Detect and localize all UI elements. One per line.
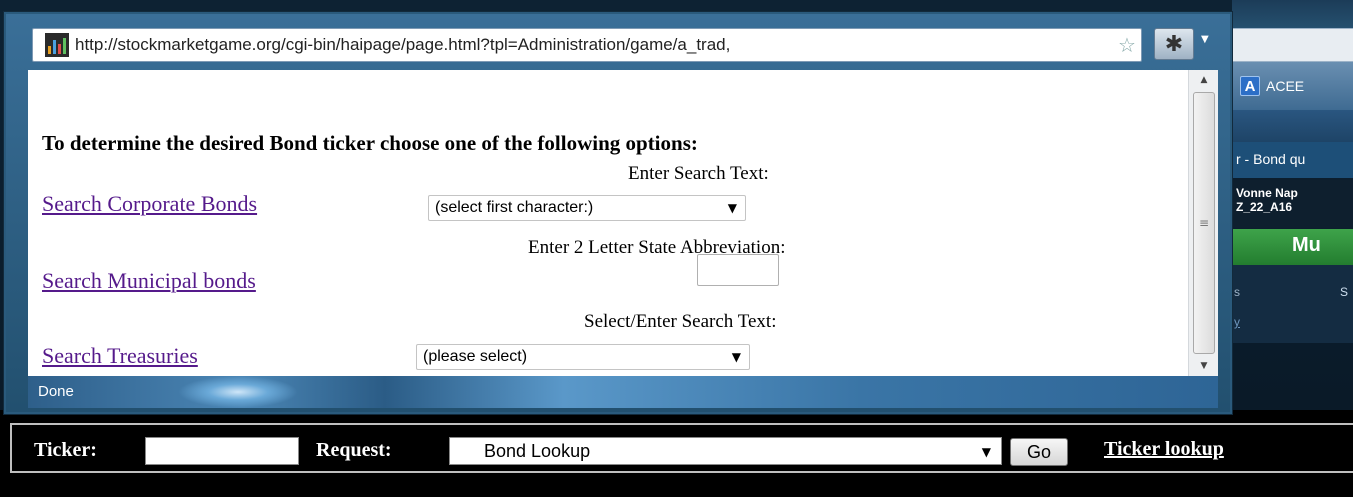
chevron-down-icon: ▼ [731, 350, 741, 364]
corporate-search-label: Enter Search Text: [628, 163, 769, 184]
background-panel: s S y [1232, 265, 1353, 343]
search-municipal-bonds-link[interactable]: Search Municipal bonds [42, 268, 256, 294]
background-tab-title[interactable]: r - Bond qu [1232, 142, 1353, 178]
url-text[interactable]: http://stockmarketgame.org/cgi-bin/haipa… [75, 35, 1113, 55]
scroll-thumb[interactable]: ≡ [1193, 92, 1215, 354]
status-bar: Done [28, 376, 1218, 408]
request-label: Request: [316, 439, 392, 461]
vertical-scrollbar[interactable]: ▲ ≡ ▼ [1188, 70, 1218, 376]
search-treasuries-link[interactable]: Search Treasuries [42, 343, 198, 369]
chevron-down-icon: ▼ [981, 445, 991, 459]
popup-address-bar[interactable]: http://stockmarketgame.org/cgi-bin/haipa… [32, 28, 1142, 62]
user-name: Vonne Nap [1236, 186, 1298, 200]
popup-window: http://stockmarketgame.org/cgi-bin/haipa… [4, 12, 1232, 414]
chevron-down-icon: ▼ [727, 201, 737, 215]
panel-link[interactable]: y [1234, 315, 1240, 329]
panel-text-b: S [1340, 285, 1349, 299]
panel-text-a: s [1234, 285, 1240, 299]
ticker-input[interactable] [145, 437, 299, 465]
first-character-select-value: (select first character:) [435, 199, 594, 216]
status-text: Done [38, 383, 74, 400]
background-tab-strip [1232, 110, 1353, 142]
bookmark-label: ACEE [1266, 78, 1305, 94]
background-address-bar[interactable] [1232, 28, 1353, 62]
popup-content: To determine the desired Bond ticker cho… [28, 70, 1194, 376]
first-character-select[interactable]: (select first character:) ▼ [428, 195, 746, 221]
background-titlebar [1232, 0, 1353, 28]
addon-button[interactable]: ✱ [1154, 28, 1194, 60]
ticker-label: Ticker: [34, 439, 97, 461]
request-select-value: Bond Lookup [484, 441, 591, 461]
user-id: Z_22_A16 [1236, 200, 1293, 214]
status-bar-decoration [178, 376, 298, 408]
scroll-up-arrow-icon[interactable]: ▲ [1189, 70, 1219, 90]
bookmark-star-icon[interactable]: ☆ [1113, 33, 1141, 57]
bar-chart-favicon-icon [45, 33, 69, 57]
treasuries-search-label: Select/Enter Search Text: [584, 311, 777, 332]
letter-a-icon: A [1240, 76, 1260, 96]
go-button[interactable]: Go [1010, 438, 1068, 466]
scroll-down-arrow-icon[interactable]: ▼ [1189, 356, 1219, 376]
treasuries-select-value: (please select) [423, 348, 528, 365]
background-user-info: Vonne Nap Z_22_A16 [1232, 180, 1353, 228]
chevron-down-icon[interactable]: ▼ [1201, 34, 1209, 45]
ticker-lookup-link[interactable]: Ticker lookup [1104, 438, 1224, 461]
background-green-tab[interactable]: Mu [1232, 229, 1353, 265]
page-heading: To determine the desired Bond ticker cho… [42, 131, 698, 155]
bookmark-acee[interactable]: A ACEE [1240, 76, 1304, 96]
request-select[interactable]: Bond Lookup ▼ [449, 437, 1002, 465]
treasuries-select[interactable]: (please select) ▼ [416, 344, 750, 370]
asterisk-icon: ✱ [1164, 31, 1184, 57]
state-abbreviation-input[interactable] [697, 254, 779, 286]
search-corporate-bonds-link[interactable]: Search Corporate Bonds [42, 191, 257, 217]
ticker-request-bar: Ticker: Request: Bond Lookup ▼ Go Ticker… [10, 423, 1353, 473]
